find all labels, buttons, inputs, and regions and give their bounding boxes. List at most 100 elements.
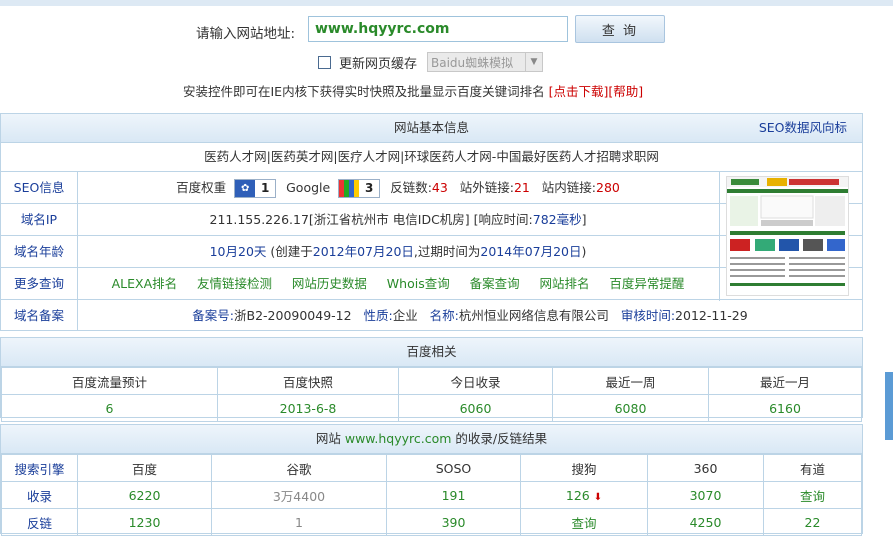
engine-col-label: 搜索引擎 <box>1 454 78 482</box>
google-pr-badge[interactable]: 3 <box>338 179 381 198</box>
basic-info-header: 网站基本信息 SEO数据风向标 <box>1 114 862 143</box>
outlinks-value: 21 <box>513 180 530 195</box>
baidu-table: 百度流量预计 百度快照 今日收录 最近一周 最近一月 6 2013-6-8 60… <box>1 367 862 422</box>
age-expire: 2014年07月20日 <box>480 244 582 259</box>
age-expire-label: ,过期时间为 <box>413 244 481 259</box>
engine-col-sogou: 搜狗 <box>520 454 648 482</box>
download-link[interactable]: [点击下载] <box>549 84 609 99</box>
basic-info-title: 网站基本信息 <box>393 120 469 135</box>
baidu-header-row: 百度流量预计 百度快照 今日收录 最近一周 最近一月 <box>1 367 862 395</box>
icp-row: 域名备案 备案号:浙B2-20090049-12 性质:企业 名称:杭州恒业网络… <box>1 300 862 331</box>
refresh-cache-checkbox[interactable] <box>318 55 331 69</box>
age-created: 2012年07月20日 <box>312 244 414 259</box>
index-header-suffix: 的收录/反链结果 <box>455 431 548 446</box>
baidu-weight-value: 1 <box>255 180 276 197</box>
url-input[interactable] <box>308 16 568 42</box>
url-label: 请输入网站地址: <box>196 26 296 42</box>
engine-col-baidu: 百度 <box>77 454 212 482</box>
refresh-row: 更新网页缓存 Baidu蜘蛛模拟 ▼ <box>318 52 544 72</box>
top-strip <box>0 0 893 6</box>
history-link[interactable]: 网站历史数据 <box>292 276 367 291</box>
icp-label: 域名备案 <box>1 300 78 331</box>
nature-label: 性质: <box>363 308 393 323</box>
audit-label: 审核时间: <box>620 308 676 323</box>
ip-label: 域名IP <box>1 204 78 235</box>
engine-col-360: 360 <box>647 454 764 482</box>
baidu-col-today: 今日收录 <box>398 367 553 395</box>
response-label: [响应时间: <box>473 212 533 227</box>
outlinks-label: 站外链接: <box>459 180 514 195</box>
baidu-col-traffic: 百度流量预计 <box>1 367 218 395</box>
install-hint: 安装控件即可在IE内核下获得实时快照及批量显示百度关键词排名 [点击下载][帮助… <box>183 81 643 100</box>
friend-link-check[interactable]: 友情链接检测 <box>197 276 272 291</box>
backlink-sogou[interactable]: 查询 <box>520 508 648 536</box>
index-header-domain[interactable]: www.hqyyrc.com <box>345 431 452 446</box>
inlinks-value: 280 <box>596 180 620 195</box>
baidu-alert-link[interactable]: 百度异常提醒 <box>609 276 684 291</box>
icp-no-label: 备案号: <box>192 308 234 323</box>
seo-trend-link[interactable]: SEO数据风向标 <box>759 114 847 142</box>
indexed-360[interactable]: 3070 <box>647 481 764 509</box>
nature: 企业 <box>392 308 418 323</box>
baidu-value-row: 6 2013-6-8 6060 6080 6160 <box>1 394 862 422</box>
indexed-youdao[interactable]: 查询 <box>763 481 862 509</box>
engine-col-youdao: 有道 <box>763 454 862 482</box>
response-value: 782毫秒 <box>532 212 582 227</box>
baidu-col-snapshot: 百度快照 <box>217 367 399 395</box>
backlink-row: 反链 1230 1 390 查询 4250 22 <box>1 508 862 536</box>
more-links: ALEXA排名 友情链接检测 网站历史数据 Whois查询 备案查询 网站排名 … <box>78 268 718 299</box>
install-text: 安装控件即可在IE内核下获得实时快照及批量显示百度关键词排名 <box>183 84 545 99</box>
backlink-youdao[interactable]: 22 <box>763 508 862 536</box>
basic-info-panel: 网站基本信息 SEO数据风向标 医药人才网|医药英才网|医疗人才网|环球医药人才… <box>0 113 863 331</box>
indexed-row: 收录 6220 3万4400 191 126 ⬇ 3070 查询 <box>1 481 862 509</box>
baidu-panel: 百度相关 百度流量预计 百度快照 今日收录 最近一周 最近一月 6 2013-6… <box>0 337 863 422</box>
side-float-tab[interactable] <box>885 372 893 440</box>
audit-date: 2012-11-29 <box>675 308 748 323</box>
backlink-baidu[interactable]: 1230 <box>77 508 212 536</box>
backlink-360[interactable]: 4250 <box>647 508 764 536</box>
site-rank-link[interactable]: 网站排名 <box>539 276 589 291</box>
more-label: 更多查询 <box>1 268 78 299</box>
site-title: 医药人才网|医药英才网|医疗人才网|环球医药人才网-中国最好医药人才招聘求职网 <box>1 143 862 172</box>
baidu-today-value: 6060 <box>398 394 553 422</box>
help-link[interactable]: [帮助] <box>608 84 643 99</box>
backlink-google[interactable]: 1 <box>211 508 387 536</box>
whois-link[interactable]: Whois查询 <box>387 276 450 291</box>
icp-content: 备案号:浙B2-20090049-12 性质:企业 名称:杭州恒业网络信息有限公… <box>78 300 862 331</box>
icp-query-link[interactable]: 备案查询 <box>470 276 520 291</box>
google-pr-value: 3 <box>359 180 380 197</box>
indexed-google[interactable]: 3万4400 <box>211 481 387 509</box>
google-label: Google <box>286 180 331 195</box>
indexed-soso[interactable]: 191 <box>386 481 521 509</box>
baidu-header: 百度相关 <box>1 338 862 367</box>
backlink-soso[interactable]: 390 <box>386 508 521 536</box>
baidu-traffic-value: 6 <box>1 394 218 422</box>
backlink-label: 反链 <box>1 508 78 536</box>
indexed-sogou-cell: 126 ⬇ <box>520 481 648 509</box>
baidu-weight-badge[interactable]: ✿ 1 <box>234 179 277 198</box>
response-end: ] <box>581 212 587 227</box>
indexed-sogou[interactable]: 126 <box>566 488 590 503</box>
age-value: 10月20天 <box>209 244 267 259</box>
baidu-col-week: 最近一周 <box>552 367 709 395</box>
index-header: 网站 www.hqyyrc.com 的收录/反链结果 <box>1 425 862 454</box>
alexa-link[interactable]: ALEXA排名 <box>112 276 178 291</box>
seo-content: 百度权重 ✿ 1 Google 3 反链数:43 站外链接:21 站内链接:28… <box>78 172 718 203</box>
indexed-baidu[interactable]: 6220 <box>77 481 212 509</box>
indexed-label: 收录 <box>1 481 78 509</box>
spider-select[interactable]: Baidu蜘蛛模拟 ▼ <box>427 52 544 72</box>
age-created-label: (创建于 <box>270 244 313 259</box>
ip-content: 211.155.226.17[浙江省杭州市 电信IDC机房] [响应时间:782… <box>78 204 718 235</box>
baidu-weight-label: 百度权重 <box>176 180 227 195</box>
site-snapshot[interactable] <box>719 172 863 301</box>
inlinks-label: 站内链接: <box>541 180 596 195</box>
index-table: 搜索引擎 百度 谷歌 SOSO 搜狗 360 有道 收录 6220 3万4400… <box>1 454 862 536</box>
google-pr-icon <box>339 180 360 197</box>
query-button[interactable]: 查 询 <box>575 15 665 43</box>
baidu-paw-icon: ✿ <box>235 180 256 197</box>
engine-col-google: 谷歌 <box>211 454 387 482</box>
baidu-snapshot-value[interactable]: 2013-6-8 <box>217 394 399 422</box>
refresh-cache-label: 更新网页缓存 <box>339 56 418 72</box>
icp-no: 浙B2-20090049-12 <box>234 308 352 323</box>
chevron-down-icon: ▼ <box>525 53 542 71</box>
